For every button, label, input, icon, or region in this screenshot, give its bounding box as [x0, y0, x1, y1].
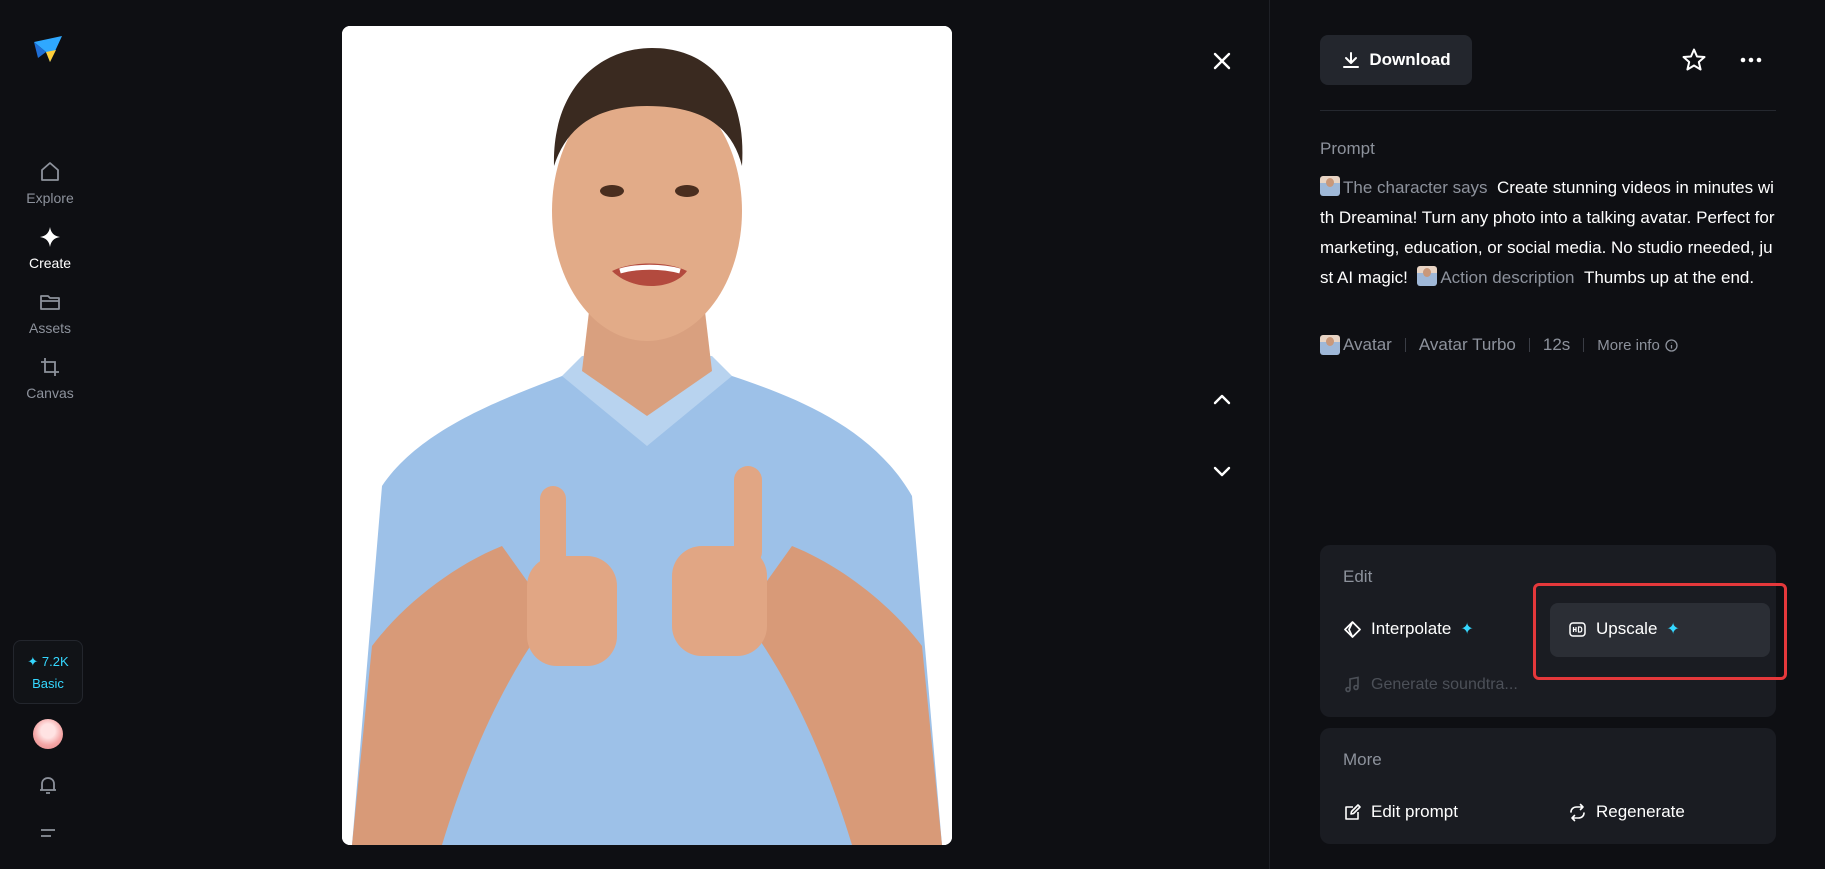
app-logo-icon[interactable] [30, 32, 66, 68]
credits-amount: ✦ 7.2K [27, 653, 69, 669]
detail-panel: Download Prompt The character says Creat… [1320, 0, 1776, 869]
action-label: Action description [1440, 268, 1575, 287]
says-label: The character says [1343, 178, 1488, 197]
character-thumbnail-icon [1417, 266, 1438, 286]
avatar[interactable] [33, 719, 63, 749]
video-preview[interactable] [342, 26, 952, 845]
nav-item-canvas[interactable]: Canvas [0, 355, 100, 401]
left-nav: Explore Create Assets Canvas ✦ 7.2K Basi… [0, 0, 100, 869]
close-icon[interactable] [1207, 46, 1237, 76]
model-type: Avatar [1343, 335, 1392, 354]
action-text: Thumbs up at the end. [1583, 268, 1755, 287]
meta-separator [1583, 338, 1585, 352]
interpolate-label: Interpolate [1371, 619, 1452, 638]
avatar-thumbnail-icon [1320, 335, 1340, 355]
sparkle-icon [40, 227, 60, 247]
sparkle-icon: ✦ [1666, 621, 1680, 638]
music-note-icon [1345, 676, 1359, 693]
edit-title: Edit [1343, 567, 1373, 586]
download-button[interactable]: Download [1320, 35, 1472, 85]
nav-item-label: Create [28, 255, 72, 271]
folder-icon [40, 295, 60, 310]
nav-item-assets[interactable]: Assets [0, 290, 100, 336]
nav-item-label: Explore [26, 190, 74, 206]
character-thumbnail-icon [1320, 176, 1340, 196]
header-divider [1320, 110, 1776, 111]
interpolate-button[interactable]: Interpolate ✦ [1343, 619, 1474, 639]
avatar-video-frame [342, 26, 952, 845]
model-name: Avatar Turbo [1418, 335, 1516, 354]
home-icon [41, 162, 59, 181]
plan-label: Basic [32, 675, 64, 691]
regenerate-label: Regenerate [1596, 802, 1685, 821]
edit-icon [1345, 803, 1361, 820]
nav-item-label: Assets [28, 320, 71, 336]
upscale-label: Upscale [1596, 619, 1658, 638]
more-options-icon[interactable] [1738, 47, 1764, 73]
prompt-label: Prompt [1320, 139, 1375, 158]
sparkle-icon: ✦ [1460, 621, 1474, 638]
edit-prompt-button[interactable]: Edit prompt [1343, 802, 1458, 822]
bell-icon[interactable] [36, 773, 60, 797]
more-card: More Edit prompt Regenerate [1320, 728, 1776, 844]
menu-icon[interactable] [36, 822, 60, 846]
download-label: Download [1369, 50, 1451, 69]
meta-separator [1404, 338, 1406, 352]
chevron-down-icon[interactable] [1207, 456, 1237, 486]
credits-badge[interactable]: ✦ 7.2K Basic [13, 640, 83, 704]
edit-prompt-label: Edit prompt [1371, 802, 1458, 821]
edit-card: Edit Interpolate ✦ Upscale ✦ Generate so… [1320, 545, 1776, 717]
prompt-text: The character says Create stunning video… [1320, 173, 1776, 293]
more-info-link[interactable]: More info [1597, 337, 1678, 354]
generation-meta: Avatar Avatar Turbo 12s More info [1320, 335, 1678, 355]
meta-separator [1528, 338, 1530, 352]
more-title: More [1343, 750, 1382, 769]
refresh-icon [1570, 803, 1585, 821]
nav-item-create[interactable]: Create [0, 225, 100, 271]
generate-soundtrack-label: Generate soundtra... [1371, 675, 1518, 693]
star-icon[interactable] [1681, 47, 1707, 73]
panel-divider [1269, 0, 1270, 869]
upscale-action[interactable]: Upscale ✦ [1568, 619, 1680, 639]
interpolate-icon [1344, 620, 1361, 638]
nav-item-explore[interactable]: Explore [0, 160, 100, 206]
crop-icon [41, 358, 59, 376]
hd-icon [1569, 621, 1586, 637]
generate-soundtrack-button: Generate soundtra... [1343, 675, 1518, 694]
download-icon [1343, 52, 1360, 68]
duration: 12s [1542, 335, 1571, 354]
chevron-up-icon[interactable] [1207, 384, 1237, 414]
more-info-label: More info [1597, 336, 1660, 354]
nav-item-label: Canvas [26, 385, 74, 401]
regenerate-button[interactable]: Regenerate [1568, 802, 1685, 822]
info-icon [1665, 338, 1678, 352]
